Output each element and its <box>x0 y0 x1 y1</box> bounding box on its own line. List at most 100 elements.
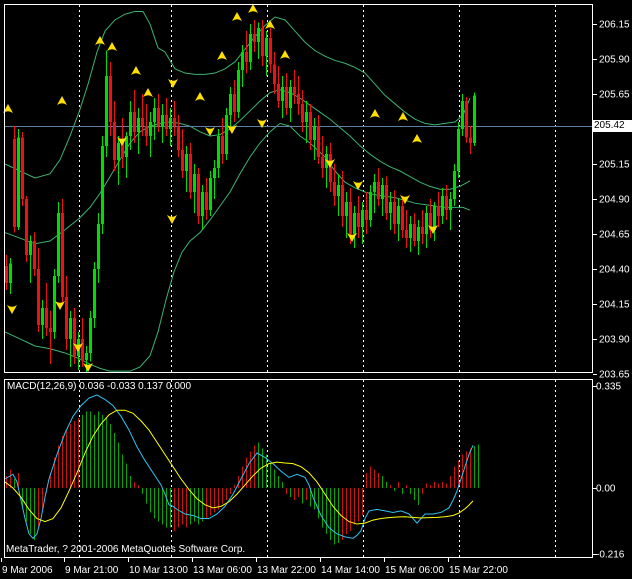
candlestick <box>365 210 368 220</box>
candlestick <box>225 115 228 155</box>
candlestick <box>145 126 148 137</box>
candlestick <box>341 185 344 216</box>
candlestick <box>397 205 400 225</box>
candlestick <box>465 101 468 138</box>
price-axis-label: 204.65 <box>599 230 630 241</box>
candlestick <box>261 28 264 57</box>
candlestick <box>93 268 96 318</box>
candlestick <box>393 201 396 225</box>
candlestick <box>389 201 392 213</box>
macd-indicator-label: MACD(12,26,9) 0.036 -0.033 0.137 0.000 <box>7 381 192 392</box>
price-axis-label: 203.90 <box>599 335 630 346</box>
time-axis-label: 13 Mar 06:00 <box>193 565 252 576</box>
candlestick <box>441 196 444 216</box>
candlestick <box>293 87 296 95</box>
candlestick <box>301 103 304 123</box>
candlestick <box>161 115 164 127</box>
candlestick <box>221 136 224 155</box>
price-axis-label: 204.15 <box>599 300 630 311</box>
candlestick <box>97 224 100 269</box>
candlestick <box>9 263 12 283</box>
candlestick <box>137 117 140 132</box>
candlestick <box>189 154 192 192</box>
price-axis-label: 203.65 <box>599 370 630 381</box>
candlestick <box>453 171 456 199</box>
candlestick <box>329 154 332 183</box>
time-axis-label: 14 Mar 14:00 <box>321 565 380 576</box>
macd-axis-label: 0.00 <box>596 484 616 495</box>
candlestick <box>373 182 376 192</box>
candlestick <box>317 126 320 158</box>
price-axis-label: 205.90 <box>599 55 630 66</box>
candlestick <box>205 191 208 211</box>
candlestick <box>385 185 388 213</box>
time-axis-label: 15 Mar 06:00 <box>385 565 444 576</box>
candlestick <box>357 212 360 227</box>
candlestick <box>245 52 248 62</box>
candlestick <box>117 143 120 160</box>
candlestick <box>73 317 76 356</box>
candlestick <box>173 117 176 127</box>
candlestick <box>181 150 184 172</box>
candlestick <box>109 75 112 123</box>
candlestick <box>85 352 88 360</box>
chart-canvas[interactable]: 206.15 205.90 205.65 205.15 204.90 204.65 204.… <box>0 0 632 579</box>
candlestick <box>33 240 36 269</box>
candlestick <box>209 178 212 211</box>
candlestick <box>257 28 260 43</box>
candlestick <box>201 191 204 216</box>
candlestick <box>249 33 252 62</box>
candlestick <box>81 338 84 360</box>
candlestick <box>337 185 340 197</box>
candlestick <box>313 126 316 141</box>
time-axis-label: 9 Mar 21:00 <box>65 565 119 576</box>
candlestick <box>277 84 280 102</box>
candlestick <box>89 317 92 353</box>
candlestick <box>273 64 276 85</box>
candlestick <box>425 212 428 234</box>
candlestick <box>69 317 72 339</box>
price-axis-label: 205.65 <box>599 90 630 101</box>
candlestick <box>469 137 472 144</box>
candlestick <box>461 101 464 130</box>
candlestick <box>413 224 416 241</box>
candlestick <box>433 205 436 230</box>
candlestick <box>265 38 268 57</box>
candlestick <box>309 112 312 141</box>
candlestick <box>421 226 424 234</box>
candlestick <box>417 226 420 241</box>
candlestick <box>213 168 216 179</box>
candlestick <box>169 117 172 130</box>
price-axis-label: 204.40 <box>599 265 630 276</box>
candlestick <box>229 94 232 116</box>
candlestick <box>449 198 452 211</box>
candlestick <box>381 185 384 199</box>
candlestick <box>165 115 168 130</box>
candlestick <box>305 112 308 123</box>
candlestick <box>5 266 8 283</box>
candlestick <box>133 112 136 132</box>
time-axis-label: 10 Mar 13:00 <box>129 565 188 576</box>
time-axis-label: 9 Mar 2006 <box>2 565 53 576</box>
candlestick <box>105 75 108 146</box>
candlestick <box>269 38 272 65</box>
candlestick <box>285 87 288 109</box>
candlestick <box>13 138 16 227</box>
candlestick <box>57 212 60 276</box>
candlestick <box>369 191 372 220</box>
price-axis-label: 206.15 <box>599 20 630 31</box>
candlestick <box>233 94 236 113</box>
current-price-tag: 205.42 <box>593 120 632 132</box>
candlestick <box>141 117 144 127</box>
candlestick <box>193 173 196 192</box>
candlestick <box>197 173 200 216</box>
candlestick <box>289 87 292 109</box>
candlestick <box>101 145 104 225</box>
candlestick <box>353 212 356 234</box>
candlestick <box>321 157 324 169</box>
candlestick <box>61 212 64 297</box>
metatrader-chart-window: 206.15 205.90 205.65 205.15 204.90 204.65 204.… <box>0 0 632 579</box>
candlestick <box>349 201 352 234</box>
price-axis-label: 205.15 <box>599 160 630 171</box>
copyright-watermark: MetaTrader, ? 2001-2006 MetaQuotes Softw… <box>6 544 246 555</box>
